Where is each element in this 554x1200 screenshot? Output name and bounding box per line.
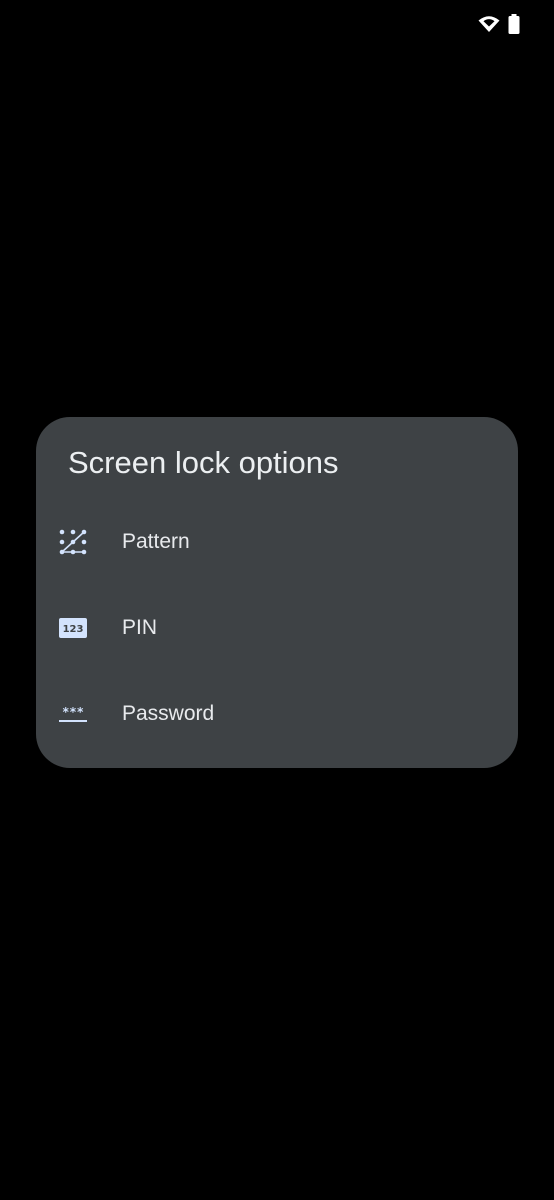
option-label-pattern: Pattern xyxy=(122,530,190,553)
lock-option-list: Pattern 123 PIN *** Password xyxy=(36,499,518,757)
screen-lock-options-dialog: Screen lock options Pattern 123 PIN *** … xyxy=(36,417,518,768)
password-icon-text: *** xyxy=(62,705,84,719)
option-label-password: Password xyxy=(122,702,215,725)
pattern-icon xyxy=(58,527,88,557)
status-icons xyxy=(478,14,520,34)
status-bar xyxy=(0,0,554,52)
dialog-title: Screen lock options xyxy=(68,445,339,480)
battery-icon xyxy=(508,14,520,34)
option-password[interactable]: *** Password xyxy=(36,671,518,757)
pin-icon: 123 xyxy=(58,613,88,643)
pin-icon-text: 123 xyxy=(63,624,84,635)
option-pattern[interactable]: Pattern xyxy=(36,499,518,585)
password-icon: *** xyxy=(58,699,88,729)
option-pin[interactable]: 123 PIN xyxy=(36,585,518,671)
option-label-pin: PIN xyxy=(122,616,158,639)
wifi-icon xyxy=(478,15,500,33)
